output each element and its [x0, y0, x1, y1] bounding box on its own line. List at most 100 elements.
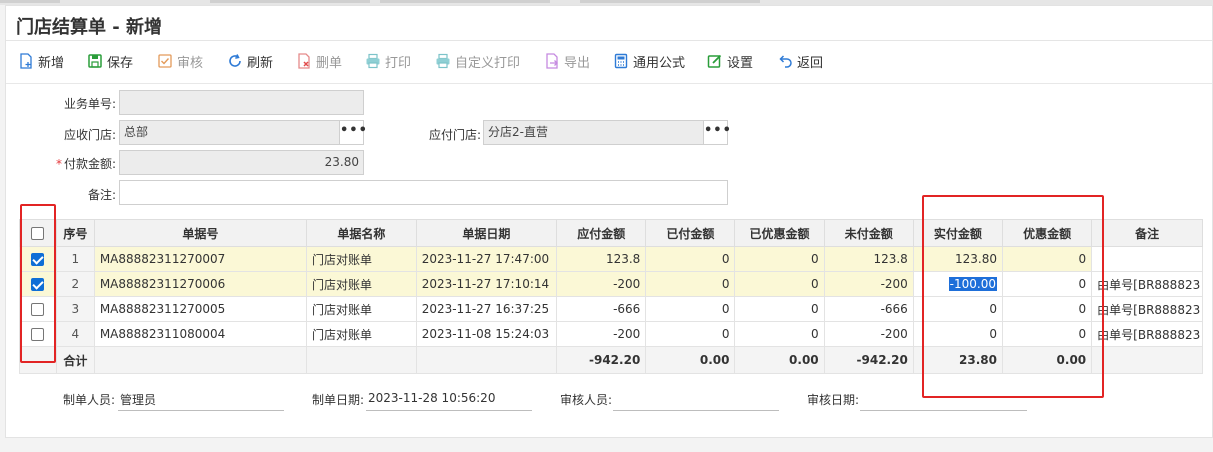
title-bar: 门店结算单 - 新增 — [6, 6, 1212, 41]
custom-print-label: 自定义打印 — [455, 55, 521, 71]
remark-cell[interactable] — [1091, 246, 1203, 272]
doc-no-cell[interactable]: MA88882311270006 — [93, 271, 308, 297]
payable-cell[interactable]: 123.8 — [556, 246, 647, 272]
save-button[interactable]: 保存 — [87, 51, 133, 71]
recv-store-input[interactable]: 总部 — [119, 120, 340, 145]
export-label: 导出 — [564, 55, 591, 71]
doc-date-cell[interactable]: 2023-11-27 17:10:14 — [415, 271, 558, 297]
unpaid-cell[interactable]: -200 — [823, 321, 914, 347]
doc-no-cell[interactable]: MA88882311270007 — [93, 246, 308, 272]
total-discounted: 0.00 — [734, 346, 825, 374]
seq-cell: 1 — [55, 246, 95, 272]
total-label: 合计 — [55, 346, 95, 374]
doc-date-cell[interactable]: 2023-11-27 17:47:00 — [415, 246, 558, 272]
total-empty-cell — [1091, 346, 1203, 374]
amount-highlight-box — [922, 195, 1104, 398]
total-empty-cell — [93, 346, 308, 374]
unpaid-cell[interactable]: -666 — [823, 296, 914, 322]
seq-cell: 4 — [55, 321, 95, 347]
seq-cell: 2 — [55, 271, 95, 297]
pay-store-picker-button[interactable]: ••• — [703, 120, 731, 145]
new-label: 新增 — [38, 55, 65, 71]
doc-name-cell[interactable]: 门店对账单 — [306, 271, 417, 297]
save-icon — [88, 54, 102, 68]
payable-cell[interactable]: -666 — [556, 296, 647, 322]
delete-button[interactable]: 删单 — [296, 51, 342, 71]
toolbar-divider — [6, 83, 1212, 84]
col-seq[interactable]: 序号 — [55, 219, 95, 247]
back-arrow-icon — [779, 55, 792, 68]
pay-store-input[interactable]: 分店2-直营 — [483, 120, 704, 145]
unpaid-cell[interactable]: -200 — [823, 271, 914, 297]
recv-store-label: 应收门店: — [63, 128, 116, 142]
refresh-icon — [229, 54, 241, 67]
seq-cell: 3 — [55, 296, 95, 322]
discounted-cell[interactable]: 0 — [734, 271, 825, 297]
formula-label: 通用公式 — [633, 55, 686, 71]
page-title: 门店结算单 - 新增 — [16, 17, 163, 38]
col-doc-no[interactable]: 单据号 — [93, 219, 308, 247]
doc-name-cell[interactable]: 门店对账单 — [306, 321, 417, 347]
custom-print-button[interactable]: 自定义打印 — [435, 51, 520, 71]
settings-label: 设置 — [727, 55, 754, 71]
paid-cell[interactable]: 0 — [645, 321, 736, 347]
back-button[interactable]: 返回 — [777, 51, 823, 71]
formula-button[interactable]: 通用公式 — [613, 51, 685, 71]
doc-no-cell[interactable]: MA88882311270005 — [93, 296, 308, 322]
biz-no-label: 业务单号: — [63, 97, 116, 111]
recv-store-picker-button[interactable]: ••• — [339, 120, 367, 145]
maker-field: 管理员 — [118, 391, 284, 411]
total-payable: -942.20 — [556, 346, 647, 374]
amount-label: * 付款金额: — [36, 155, 116, 172]
amount-input[interactable]: 23.80 — [119, 150, 364, 175]
audit-date-field — [860, 391, 1027, 411]
export-icon — [546, 53, 558, 69]
col-unpaid[interactable]: 未付金额 — [823, 219, 914, 247]
discounted-cell[interactable]: 0 — [734, 296, 825, 322]
paid-cell[interactable]: 0 — [645, 246, 736, 272]
col-doc-name[interactable]: 单据名称 — [306, 219, 417, 247]
auditor-field — [613, 391, 779, 411]
paid-cell[interactable]: 0 — [645, 271, 736, 297]
remark-label: 备注: — [87, 188, 116, 202]
total-paid: 0.00 — [645, 346, 736, 374]
total-empty-cell — [306, 346, 417, 374]
refresh-label: 刷新 — [247, 55, 274, 71]
discounted-cell[interactable]: 0 — [734, 321, 825, 347]
settings-button[interactable]: 设置 — [707, 51, 753, 71]
toolbar: 新增 保存 审核 刷新 删单 打印 自定义打印 导出 通用公式 设置 返回 — [6, 42, 1212, 78]
doc-date-cell[interactable]: 2023-11-08 15:24:03 — [415, 321, 558, 347]
col-doc-date[interactable]: 单据日期 — [415, 219, 558, 247]
col-payable[interactable]: 应付金额 — [556, 219, 647, 247]
maker-label: 制单人员: — [63, 393, 116, 407]
unpaid-cell[interactable]: 123.8 — [823, 246, 914, 272]
required-marker: * — [55, 157, 62, 171]
new-doc-icon — [20, 53, 32, 69]
print-button[interactable]: 打印 — [365, 51, 411, 71]
remark-cell[interactable]: 由单号[BR888823 — [1091, 296, 1203, 322]
back-label: 返回 — [797, 55, 824, 71]
pay-store-label: 应付门店: — [428, 128, 481, 142]
payable-cell[interactable]: -200 — [556, 321, 647, 347]
total-empty-cell — [415, 346, 558, 374]
biz-no-input[interactable] — [119, 90, 364, 115]
payable-cell[interactable]: -200 — [556, 271, 647, 297]
col-remark[interactable]: 备注 — [1091, 219, 1203, 247]
doc-date-cell[interactable]: 2023-11-27 16:37:25 — [415, 296, 558, 322]
remark-input[interactable] — [119, 180, 728, 205]
col-paid[interactable]: 已付金额 — [645, 219, 736, 247]
refresh-button[interactable]: 刷新 — [227, 51, 273, 71]
doc-name-cell[interactable]: 门店对账单 — [306, 296, 417, 322]
discounted-cell[interactable]: 0 — [734, 246, 825, 272]
doc-name-cell[interactable]: 门店对账单 — [306, 246, 417, 272]
audit-button[interactable]: 审核 — [157, 51, 203, 71]
remark-cell[interactable]: 由单号[BR888823 — [1091, 321, 1203, 347]
paid-cell[interactable]: 0 — [645, 296, 736, 322]
settlement-page: 门店结算单 - 新增 新增 保存 审核 刷新 删单 打印 自定义打印 导出 通用… — [5, 5, 1213, 438]
new-button[interactable]: 新增 — [18, 51, 64, 71]
make-date-label: 制单日期: — [312, 393, 365, 407]
export-button[interactable]: 导出 — [544, 51, 590, 71]
col-discounted[interactable]: 已优惠金额 — [734, 219, 825, 247]
remark-cell[interactable]: 由单号[BR888823 — [1091, 271, 1203, 297]
doc-no-cell[interactable]: MA88882311080004 — [93, 321, 308, 347]
